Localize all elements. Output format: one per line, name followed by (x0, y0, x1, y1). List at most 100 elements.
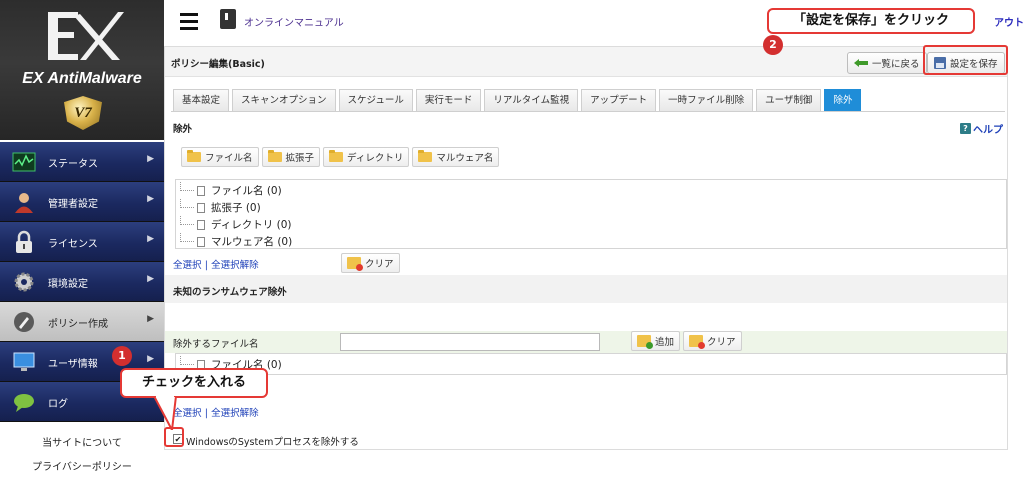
brand-name: EX AntiMalware (22, 70, 142, 87)
tab-execution-mode[interactable]: 実行モード (415, 89, 482, 111)
page-title: ポリシー編集(Basic) (171, 59, 265, 70)
logout-link[interactable]: アウト (994, 14, 1024, 29)
tab-realtime[interactable]: リアルタイム監視 (484, 89, 579, 111)
folder-icon (329, 150, 344, 162)
tab-temp-cleanup[interactable]: 一時ファイル削除 (659, 89, 754, 111)
tab-exclusion[interactable]: 除外 (824, 89, 862, 111)
sidebar-item-label: 環境設定 (48, 279, 88, 290)
online-manual-link[interactable]: オンラインマニュアル (244, 14, 344, 29)
chevron-right-icon: ▶ (147, 354, 154, 364)
chevron-right-icon: ▶ (147, 274, 154, 284)
folder-icon (267, 150, 282, 162)
policy-icon (14, 312, 34, 332)
exclusion-section-title: 除外 (173, 124, 193, 135)
deselect-all-link[interactable]: 全選択解除 (211, 408, 259, 419)
settings-tabs: 基本設定 スキャンオプション スケジュール 実行モード リアルタイム監視 アップ… (173, 89, 864, 111)
folder-icon (187, 150, 201, 162)
chevron-right-icon: ▶ (147, 194, 154, 204)
link-separator: | (204, 260, 208, 271)
admin-user-icon (15, 193, 33, 213)
status-chart-icon (12, 152, 36, 172)
add-malware-name-button[interactable]: マルウェア名 (412, 147, 500, 167)
sidebar-item-status[interactable]: ステータス ▶ (0, 142, 164, 182)
file-icon (197, 219, 205, 230)
sidebar-item-label: ログ (48, 399, 68, 410)
hamburger-menu-icon[interactable] (180, 13, 198, 30)
tree-item[interactable]: 拡張子 (0) (176, 199, 1006, 216)
add-extension-button[interactable]: 拡張子 (261, 147, 321, 167)
sidebar: EX AntiMalware V7 ステータス ▶ 管理者設定 ▶ ライセンス … (0, 0, 164, 488)
tree-item-label: ファイル名 (0) (211, 185, 282, 197)
tree-item-label: マルウェア名 (0) (211, 236, 293, 248)
sidebar-item-label: ステータス (48, 159, 98, 170)
button-label: クリア (365, 259, 394, 270)
brand-logo-icon (48, 12, 124, 60)
privacy-policy-link[interactable]: プライバシーポリシー (0, 456, 164, 480)
tabs-divider (171, 111, 1005, 112)
chevron-right-icon: ▶ (147, 154, 154, 164)
policy-editor-panel: ポリシー編集(Basic) 一覧に戻る 設定を保存 基本設定 スキャンオプション… (164, 46, 1008, 450)
monitor-icon (13, 352, 35, 371)
clear-icon (347, 257, 363, 271)
chevron-right-icon: ▶ (147, 314, 154, 324)
tree-item[interactable]: マルウェア名 (0) (176, 233, 1006, 250)
app-window: EX AntiMalware V7 ステータス ▶ 管理者設定 ▶ ライセンス … (0, 0, 1024, 488)
tree-item-label: ディレクトリ (0) (211, 219, 292, 231)
arrow-left-icon (854, 59, 868, 67)
sidebar-item-policy[interactable]: ポリシー作成 ▶ (0, 302, 164, 342)
tab-scan-options[interactable]: スキャンオプション (232, 89, 336, 111)
tree-item[interactable]: ディレクトリ (0) (176, 216, 1006, 233)
help-label: ヘルプ (973, 125, 1003, 136)
add-icon (637, 335, 653, 349)
checkbox-highlight (164, 427, 184, 447)
tab-basic[interactable]: 基本設定 (173, 89, 230, 111)
button-label: マルウェア名 (436, 153, 494, 164)
sidebar-item-environment[interactable]: 環境設定 ▶ (0, 262, 164, 302)
help-link[interactable]: ? ヘルプ (960, 121, 1003, 136)
button-label: ディレクトリ (347, 153, 404, 164)
clear-icon (689, 335, 705, 349)
button-label: クリア (707, 337, 736, 348)
sidebar-item-label: 管理者設定 (48, 199, 98, 210)
file-icon (197, 185, 205, 196)
panel-header: ポリシー編集(Basic) 一覧に戻る 設定を保存 (165, 47, 1007, 77)
about-link[interactable]: 当サイトについて (0, 432, 164, 456)
ransomware-section-title: 未知のランサムウェア除外 (173, 287, 287, 298)
exclusion-type-buttons: ファイル名 拡張子 ディレクトリ マルウェア名 (181, 147, 500, 167)
file-icon (197, 202, 205, 213)
link-separator: | (204, 408, 208, 419)
clear-ransomware-exclusions-button[interactable]: クリア (683, 331, 742, 351)
ransomware-selection-links: 全選択 | 全選択解除 (173, 405, 259, 419)
manual-book-icon (220, 9, 236, 29)
tree-item[interactable]: ファイル名 (0) (176, 182, 1006, 199)
callout-pointer-icon (152, 396, 178, 430)
clear-exclusions-button[interactable]: クリア (341, 253, 400, 273)
exclusion-tree: ファイル名 (0) 拡張子 (0) ディレクトリ (0) マルウェア名 (0) (175, 179, 1007, 249)
add-ransomware-exclusion-button[interactable]: 追加 (631, 331, 681, 351)
tab-schedule[interactable]: スケジュール (338, 89, 413, 111)
sidebar-item-license[interactable]: ライセンス ▶ (0, 222, 164, 262)
sidebar-item-label: ライセンス (48, 239, 98, 250)
tab-update[interactable]: アップデート (581, 89, 657, 111)
exclude-filename-input[interactable] (340, 333, 600, 351)
sidebar-item-admin[interactable]: 管理者設定 ▶ (0, 182, 164, 222)
tab-user-control[interactable]: ユーザ制御 (756, 89, 822, 111)
select-all-link[interactable]: 全選択 (173, 260, 202, 271)
brand-header: EX AntiMalware V7 (0, 0, 164, 140)
padlock-icon (16, 230, 32, 253)
tree-item[interactable]: ファイル名 (0) (176, 356, 1006, 373)
chevron-right-icon: ▶ (147, 234, 154, 244)
back-button-label: 一覧に戻る (872, 59, 920, 70)
step1-badge: 1 (112, 346, 132, 366)
add-filename-button[interactable]: ファイル名 (181, 147, 259, 167)
brand-version-badge: V7 (64, 96, 102, 130)
exclude-system-process-label: WindowsのSystemプロセスを除外する (186, 437, 359, 448)
back-to-list-button[interactable]: 一覧に戻る (847, 52, 927, 74)
step2-badge: 2 (763, 35, 783, 55)
add-directory-button[interactable]: ディレクトリ (323, 147, 410, 167)
sidebar-item-label: ユーザ情報 (48, 359, 98, 370)
help-icon: ? (960, 123, 971, 134)
button-label: ファイル名 (205, 153, 253, 164)
step1-callout: チェックを入れる (120, 368, 268, 398)
deselect-all-link[interactable]: 全選択解除 (211, 260, 259, 271)
